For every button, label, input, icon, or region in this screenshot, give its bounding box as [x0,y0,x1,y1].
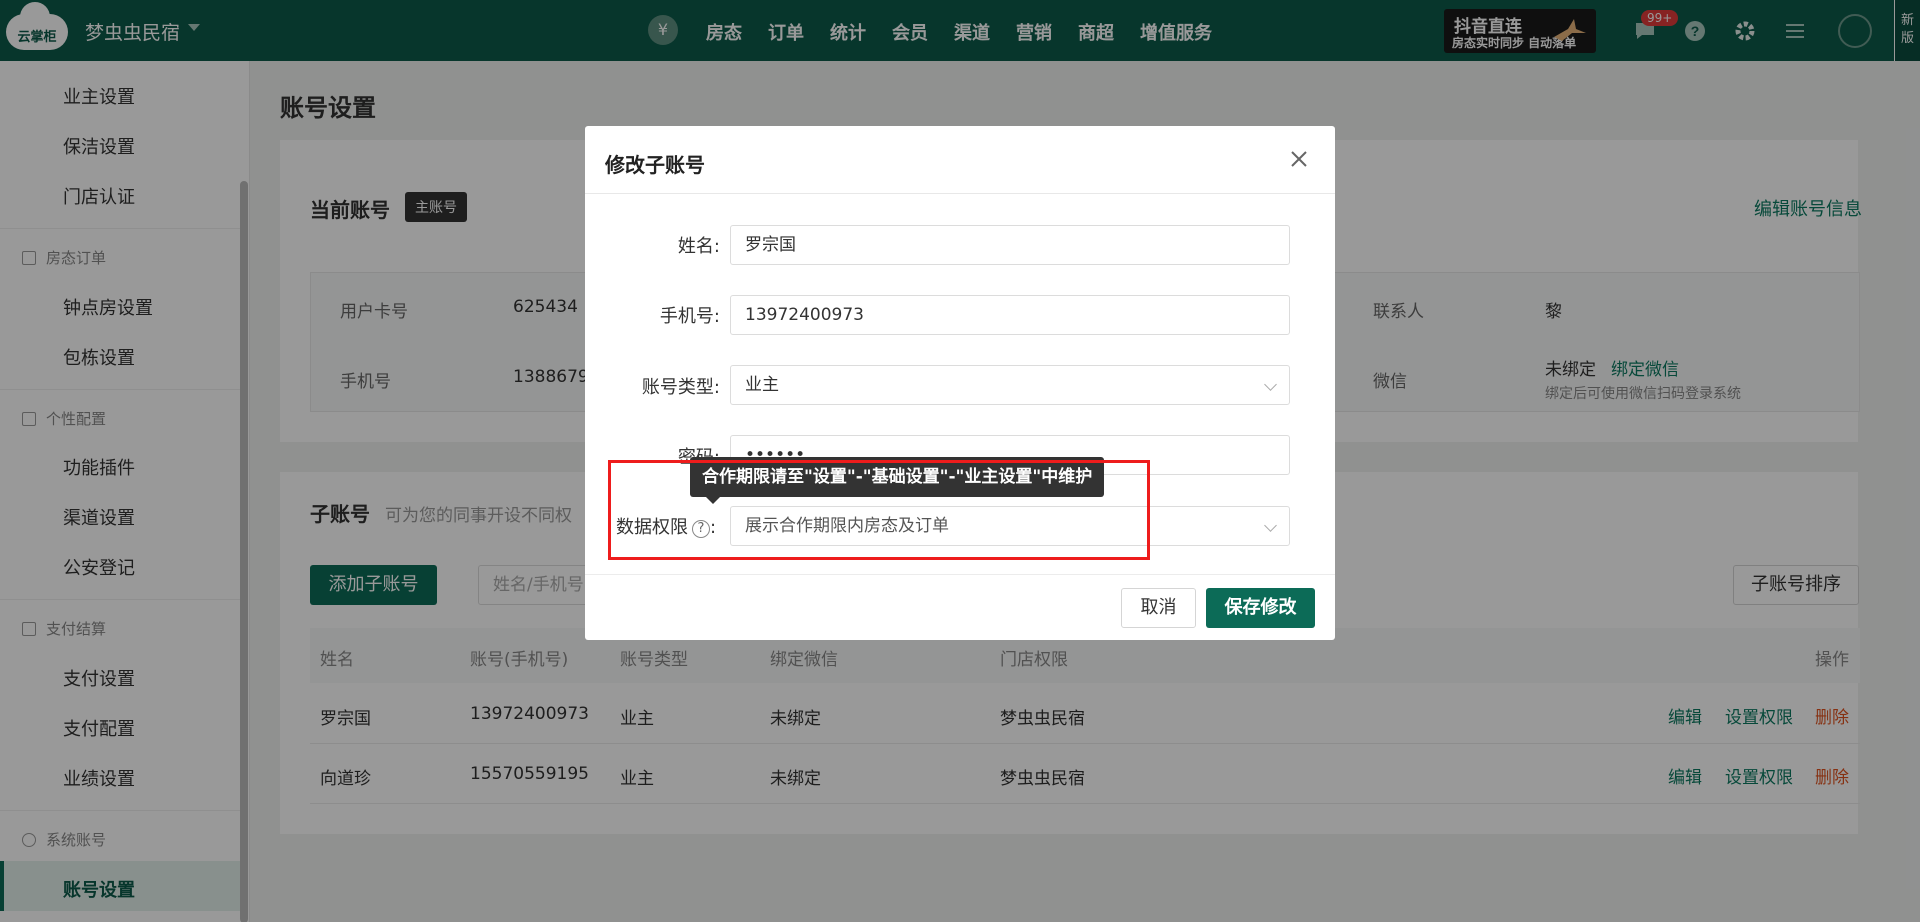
name-label: 姓名: [677,236,720,257]
chevron-down-icon [1264,378,1277,391]
account-type-select[interactable]: 业主 [730,365,1290,405]
save-button[interactable]: 保存修改 [1206,588,1315,628]
name-field[interactable]: 罗宗国 [730,225,1290,265]
phone-label: 手机号: [659,306,720,327]
cancel-button[interactable]: 取消 [1121,588,1196,628]
chevron-down-icon [1264,519,1277,532]
close-icon[interactable] [1288,148,1310,170]
phone-field[interactable]: 13972400973 [730,295,1290,335]
type-label: 账号类型: [641,377,720,398]
modal-title: 修改子账号 [605,153,705,177]
edit-sub-account-modal: 修改子账号 姓名: 罗宗国 手机号: 13972400973 账号类型: 业主 … [585,126,1335,640]
highlight-annotation-box [608,460,1150,560]
modal-header: 修改子账号 [585,126,1335,194]
account-type-value: 业主 [745,375,779,395]
